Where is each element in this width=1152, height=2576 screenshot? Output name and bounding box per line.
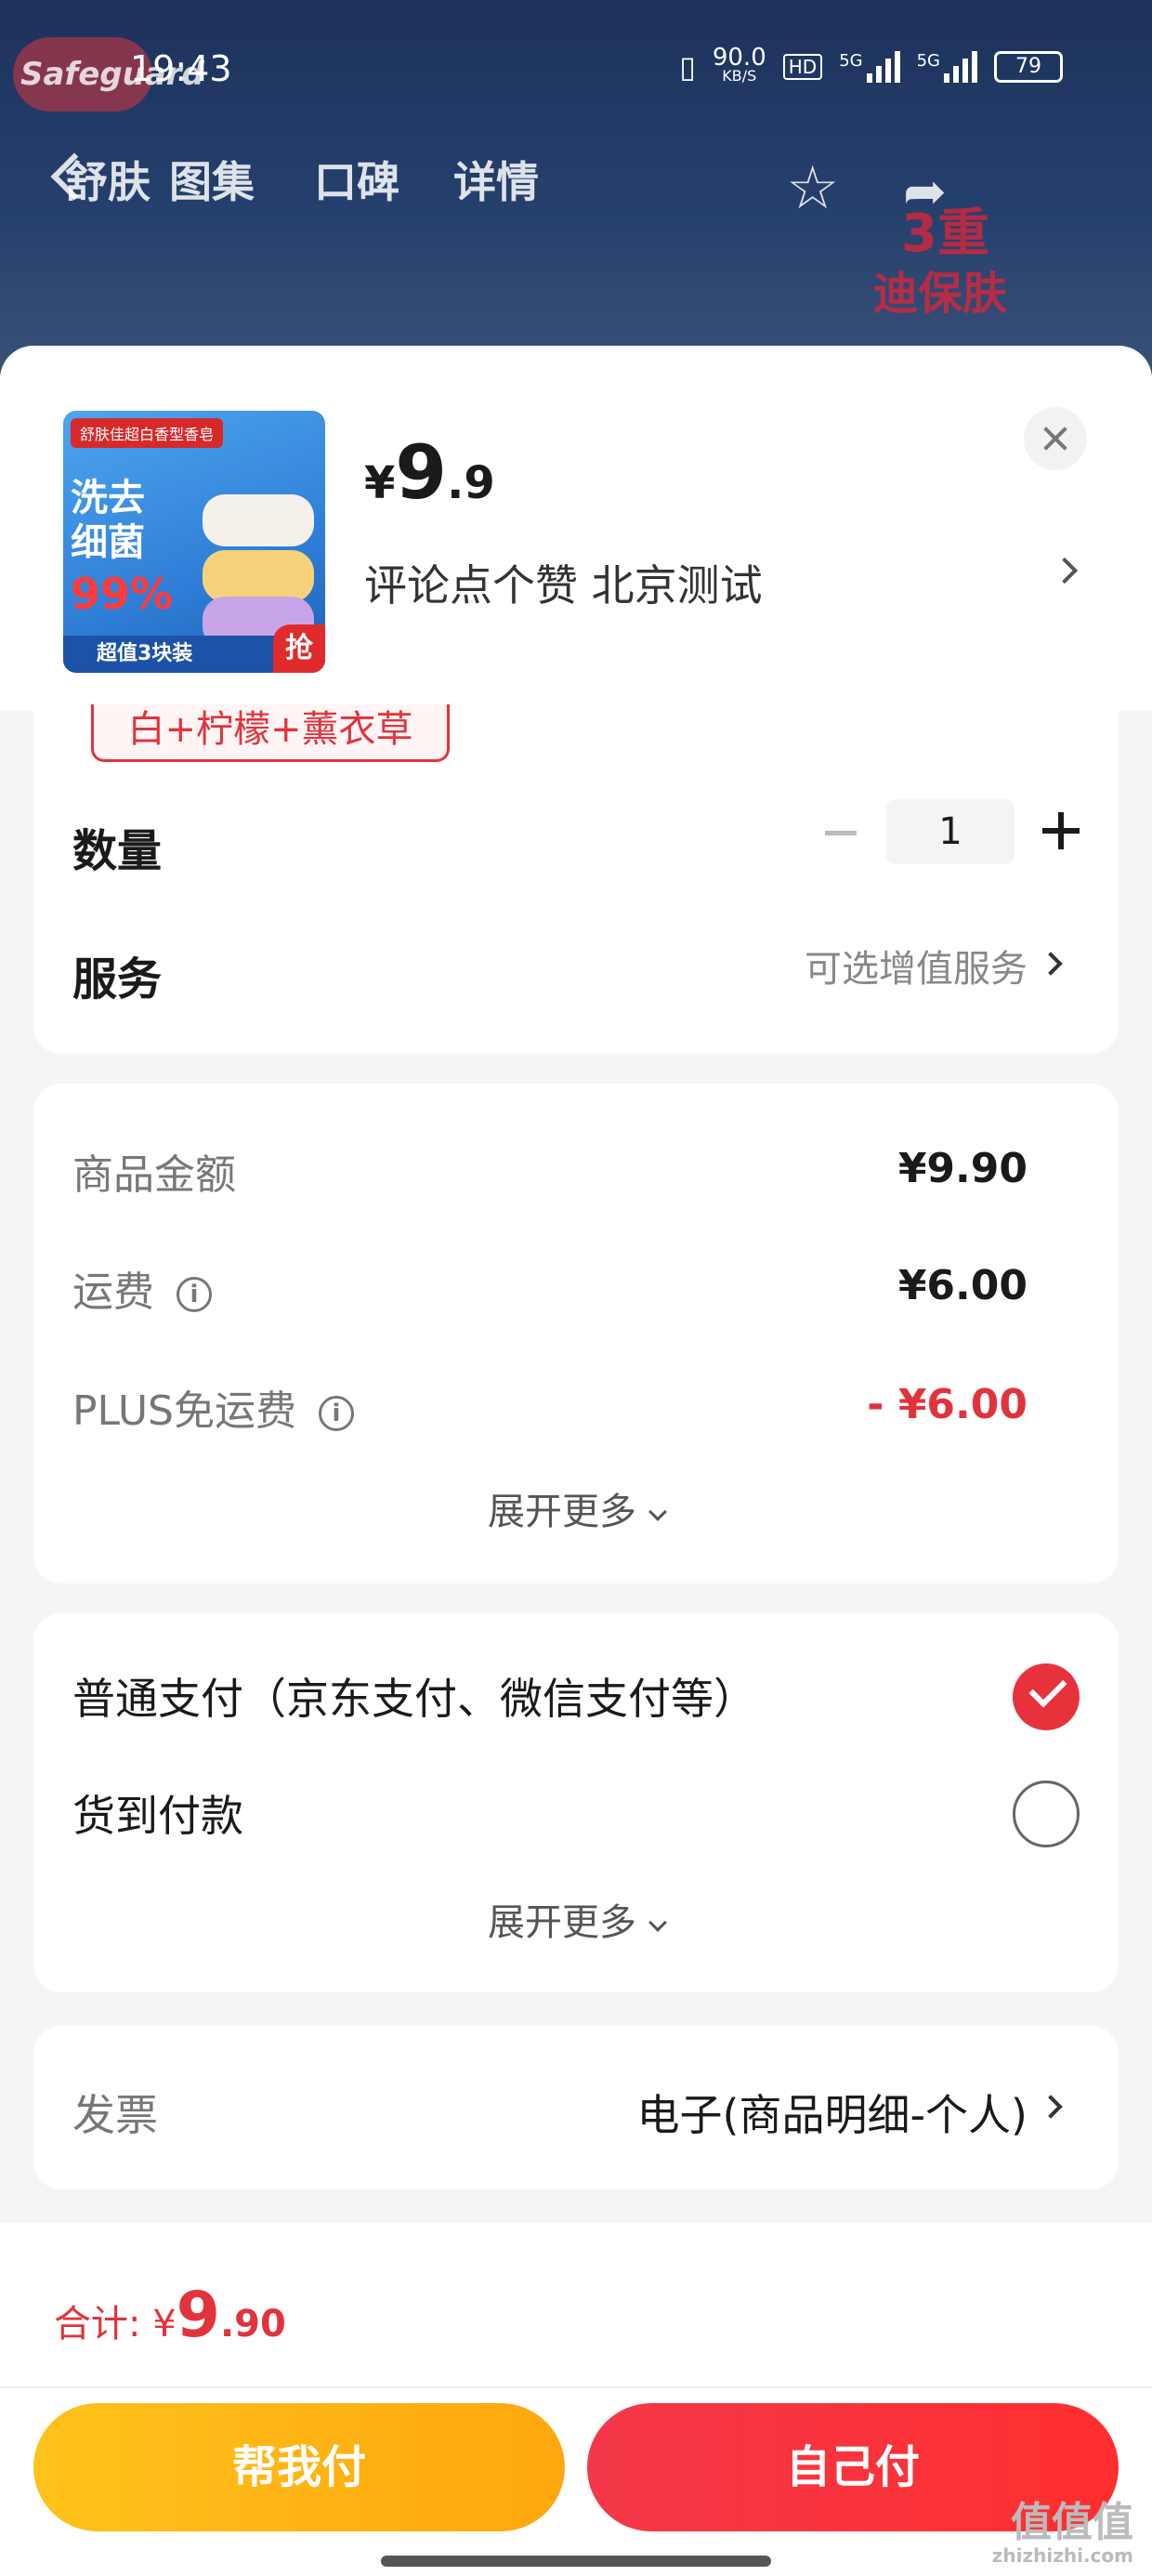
sheet-header: 舒肤佳超白香型香皂 洗去 细菌 99% 超值3块装 抢 ¥9.9 评论点个赞 北… — [0, 346, 1152, 710]
invoice-card[interactable]: 发票 电子(商品明细-个人) — [33, 2026, 1119, 2189]
payment-option-cod-radio[interactable] — [1013, 1781, 1080, 1847]
goods-amount-label: 商品金额 — [72, 1151, 236, 1199]
info-icon[interactable]: i — [177, 1277, 212, 1312]
watermark-main: 值值值 — [1011, 2499, 1133, 2546]
total-label: 合计: — [54, 2303, 153, 2346]
plus-free-shipping-value: - ¥6.00 — [867, 1381, 1028, 1428]
signal-5g-label-2: 5G — [916, 51, 940, 71]
signal-5g-icon-2: 5G — [917, 51, 977, 83]
chevron-right-icon[interactable] — [1039, 2095, 1063, 2119]
product-thumbnail: 舒肤佳超白香型香皂 洗去 细菌 99% 超值3块装 抢 — [63, 411, 325, 673]
chevron-down-icon — [648, 1503, 667, 1521]
delivery-address[interactable]: 评论点个赞 北京测试 — [364, 552, 763, 613]
price-decimal: .9 — [447, 457, 495, 509]
plus-free-shipping-row: PLUS免运费 i — [72, 1377, 354, 1437]
price-integer: 9 — [395, 429, 448, 516]
quantity-value[interactable]: 1 — [886, 799, 1015, 864]
footer-divider — [0, 2386, 1152, 2388]
payment-expand-more[interactable]: 展开更多 — [33, 1892, 1119, 1946]
tab-details[interactable]: 详情 — [453, 149, 539, 210]
favorite-star-icon[interactable]: ☆ — [786, 154, 839, 223]
payment-card: 普通支付（京东支付、微信支付等） 货到付款 展开更多 — [33, 1613, 1119, 1992]
shipping-label: 运费 — [72, 1268, 154, 1316]
shipping-value: ¥6.00 — [897, 1262, 1028, 1309]
total-decimal: .90 — [219, 2303, 286, 2346]
battery-icon: 79 — [994, 51, 1063, 83]
options-card: 白+柠檬+薰衣草 数量 1 服务 可选增值服务 — [33, 704, 1119, 1054]
close-button[interactable] — [1024, 407, 1087, 470]
home-indicator[interactable] — [381, 2556, 771, 2567]
fees-card: 商品金额 ¥9.90 运费 i ¥6.00 PLUS免运费 i - ¥6.00 展开… — [33, 1084, 1119, 1584]
fees-expand-label: 展开更多 — [488, 1491, 636, 1533]
chevron-down-icon — [648, 1913, 667, 1932]
net-speed-value: 90.0 — [712, 44, 766, 72]
payment-option-online-label[interactable]: 普通支付（京东支付、微信支付等） — [72, 1665, 756, 1727]
soap-white — [203, 494, 314, 546]
signal-5g-icon: 5G — [839, 51, 900, 83]
checkout-footer: 合计: ¥9.90 帮我付 自己付 值值值 zhizhizhi.com — [0, 2223, 1152, 2576]
hd-icon: HD — [782, 54, 823, 80]
total-currency: ¥ — [152, 2303, 177, 2346]
service-value[interactable]: 可选增值服务 — [805, 939, 1028, 992]
status-bar: 19:43 ▯ 90.0 KB/S HD 5G 5G 79 — [0, 0, 1152, 130]
price-currency: ¥ — [364, 457, 396, 509]
quantity-label: 数量 — [72, 825, 163, 877]
fees-expand-more[interactable]: 展开更多 — [33, 1481, 1119, 1535]
shipping-label-row: 运费 i — [72, 1258, 212, 1318]
payment-expand-label: 展开更多 — [488, 1901, 636, 1944]
thumb-top-label: 舒肤佳超白香型香皂 — [71, 418, 224, 448]
thumb-headline: 洗去 细菌 — [71, 477, 145, 564]
status-time: 19:43 — [130, 48, 232, 89]
service-label: 服务 — [72, 953, 163, 1005]
status-icons: ▯ 90.0 KB/S HD 5G 5G 79 — [679, 44, 1063, 85]
help-me-pay-button[interactable]: 帮我付 — [33, 2403, 565, 2531]
chevron-right-icon[interactable] — [1039, 952, 1063, 976]
thumb-percent: 99% — [71, 569, 174, 619]
net-speed: 90.0 KB/S — [712, 44, 766, 85]
soap-yellow — [203, 550, 314, 602]
total-integer: 9 — [176, 2279, 220, 2352]
watermark-sub: zhizhizhi.com — [991, 2544, 1133, 2567]
invoice-value[interactable]: 电子(商品明细-个人) — [637, 2082, 1028, 2143]
vibrate-icon: ▯ — [679, 49, 696, 85]
plus-free-shipping-label: PLUS免运费 — [72, 1387, 296, 1435]
share-icon[interactable]: ➦ — [903, 162, 947, 222]
tab-gallery[interactable]: 图集 — [169, 149, 255, 210]
watermark: 值值值 zhizhizhi.com — [991, 2499, 1133, 2568]
spec-chip-selected[interactable]: 白+柠檬+薰衣草 — [91, 704, 450, 762]
quantity-minus-button[interactable] — [825, 831, 857, 835]
product-top-nav: 舒肤 图集 口碑 详情 ☆ ➦ — [0, 149, 1152, 232]
tab-shufu[interactable]: 舒肤 — [65, 149, 151, 210]
thumb-grab-label: 抢 — [273, 624, 325, 673]
quantity-plus-button[interactable] — [1042, 812, 1080, 849]
invoice-label: 发票 — [72, 2090, 158, 2140]
order-total: 合计: ¥9.90 — [54, 2279, 286, 2352]
tab-reviews[interactable]: 口碑 — [314, 149, 399, 210]
goods-amount-value: ¥9.90 — [897, 1145, 1028, 1192]
signal-5g-label: 5G — [839, 51, 863, 71]
promo-badge-line2: 迪保肤 — [873, 268, 1008, 320]
chevron-right-icon[interactable] — [1051, 557, 1079, 585]
payment-option-cod-label[interactable]: 货到付款 — [72, 1782, 243, 1844]
checkout-sheet: 舒肤佳超白香型香皂 洗去 细菌 99% 超值3块装 抢 ¥9.9 评论点个赞 北… — [0, 346, 1152, 2576]
payment-option-online-radio[interactable] — [1013, 1663, 1080, 1730]
info-icon[interactable]: i — [319, 1396, 354, 1431]
product-price: ¥9.9 — [364, 429, 495, 516]
